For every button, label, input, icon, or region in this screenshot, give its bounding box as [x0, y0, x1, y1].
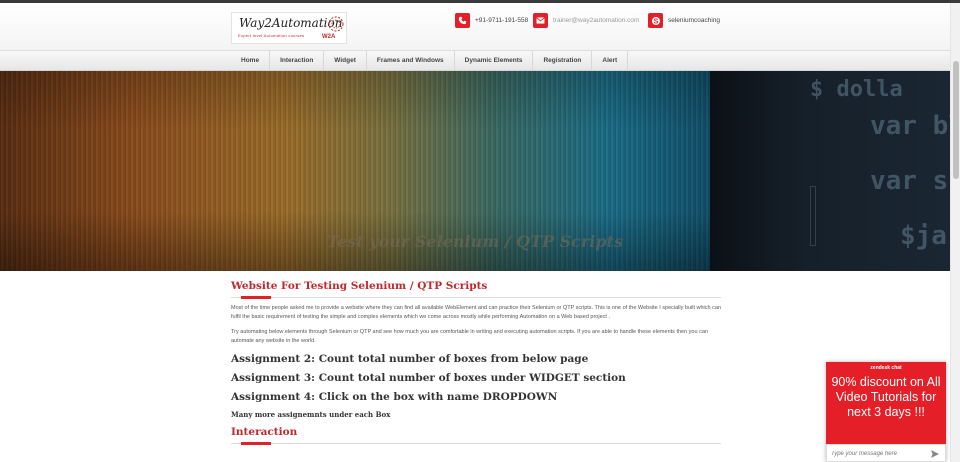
- site-logo[interactable]: Way2Automation Expert level Automation c…: [231, 12, 347, 44]
- hero-code-line: var bl: [870, 111, 950, 141]
- nav-item-dynamic-elements[interactable]: Dynamic Elements: [455, 51, 534, 71]
- email-icon: [533, 13, 548, 28]
- main-nav: Home Interaction Widget Frames and Windo…: [0, 50, 950, 71]
- logo-swirl-icon: [328, 16, 344, 32]
- intro-paragraph: Most of the time people asked me to prov…: [231, 305, 721, 320]
- send-icon[interactable]: [930, 449, 940, 459]
- assignment-4: Assignment 4: Click on the box with name…: [231, 391, 558, 403]
- chat-promo-message: 90% discount on All Video Tutorials for …: [831, 375, 941, 419]
- heading-divider: [231, 296, 721, 299]
- logo-mark: W2A: [322, 34, 336, 40]
- site-header: Way2Automation Expert level Automation c…: [0, 3, 950, 50]
- phone-number: +91-9711-191-558: [475, 17, 529, 24]
- assignment-2: Assignment 2: Count total number of boxe…: [231, 353, 589, 365]
- nav-item-alert[interactable]: Alert: [592, 51, 629, 71]
- page-scrollbar[interactable]: [950, 3, 960, 462]
- nav-item-home[interactable]: Home: [231, 51, 271, 71]
- chat-widget[interactable]: zendesk chat 90% discount on All Video T…: [826, 362, 946, 462]
- hero-banner: $ dolla var bl var s $ja Test your Selen…: [0, 71, 950, 271]
- nav-item-frames-and-windows[interactable]: Frames and Windows: [367, 51, 455, 71]
- nav-item-widget[interactable]: Widget: [324, 51, 367, 71]
- svg-text:S: S: [653, 18, 658, 25]
- skype-icon: S: [648, 13, 663, 28]
- main-content: Website For Testing Selenium / QTP Scrip…: [231, 280, 721, 445]
- hero-code-line: var s: [870, 166, 949, 196]
- chat-header[interactable]: zendesk chat: [826, 365, 946, 371]
- page-heading: Website For Testing Selenium / QTP Scrip…: [231, 280, 488, 292]
- scrollbar-thumb[interactable]: [953, 61, 959, 179]
- skype-id: seleniumcoaching: [668, 17, 721, 24]
- logo-tagline: Expert level Automation courses: [238, 33, 305, 38]
- hero-code-line: $ dolla: [810, 77, 903, 102]
- hero-code-cursor: [810, 186, 816, 246]
- nav-item-interaction[interactable]: Interaction: [270, 51, 325, 71]
- assignment-3: Assignment 3: Count total number of boxe…: [231, 372, 626, 384]
- contact-email[interactable]: trainer@way2automation.com: [533, 12, 639, 29]
- section-divider: [231, 442, 721, 445]
- contact-phone[interactable]: +91-9711-191-558: [455, 12, 528, 29]
- hero-code-panel: $ dolla var bl var s $ja: [710, 71, 950, 271]
- interaction-heading: Interaction: [231, 426, 298, 438]
- hero-code-line: $ja: [900, 221, 947, 251]
- instructions-paragraph: Try automating below elements through Se…: [231, 329, 708, 344]
- phone-icon: [455, 13, 470, 28]
- hero-caption: Test your Selenium / QTP Scripts: [327, 232, 623, 251]
- more-assignments-note: Many more assignemnts under each Box: [231, 410, 391, 419]
- chat-input-row: [826, 444, 946, 462]
- nav-item-registration[interactable]: Registration: [533, 51, 593, 71]
- chat-message-input[interactable]: [831, 449, 927, 459]
- email-address: trainer@way2automation.com: [553, 17, 640, 24]
- contact-skype[interactable]: S seleniumcoaching: [648, 12, 720, 29]
